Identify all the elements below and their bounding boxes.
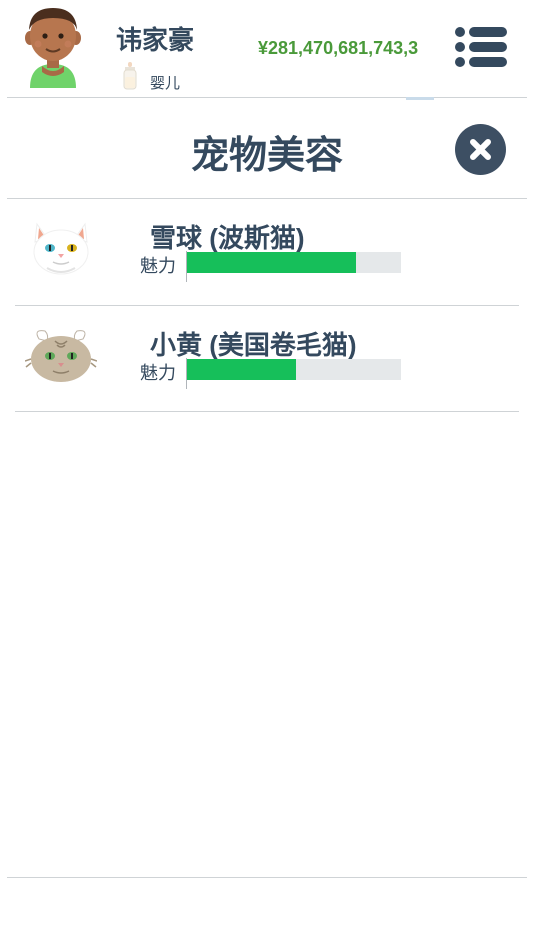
pet-name: 小黄 (美国卷毛猫)	[150, 330, 357, 360]
row-divider	[15, 305, 519, 306]
footer-divider	[7, 877, 527, 878]
status-header: 讳家豪 婴儿 ¥281,470,681,743,3	[0, 0, 534, 97]
pet-name: 雪球 (波斯猫)	[150, 223, 305, 253]
curl-cat-icon	[25, 330, 97, 382]
page-title: 宠物美容	[190, 135, 343, 177]
charm-label: 魅力	[140, 256, 176, 276]
title-divider	[7, 198, 527, 199]
charm-label: 魅力	[140, 363, 176, 383]
charm-bar	[187, 252, 401, 273]
charm-bar-fill	[187, 252, 357, 273]
charm-bar-tick	[186, 251, 187, 282]
persian-cat-icon	[33, 222, 89, 275]
player-name: 讳家豪	[116, 25, 195, 55]
life-stage-label: 婴儿	[150, 75, 181, 92]
pet-row[interactable]: 雪球 (波斯猫) 魅力	[15, 200, 519, 306]
row-divider	[15, 411, 519, 412]
close-icon[interactable]	[455, 124, 506, 175]
charm-bar-tick	[186, 358, 187, 389]
charm-bar-fill	[187, 359, 297, 380]
charm-bar	[187, 359, 401, 380]
money-balance: ¥281,470,681,743,3	[258, 38, 419, 58]
baby-bottle-icon	[123, 62, 137, 90]
pet-row[interactable]: 小黄 (美国卷毛猫) 魅力	[15, 307, 519, 413]
menu-icon[interactable]	[454, 26, 508, 68]
avatar[interactable]	[22, 6, 84, 88]
